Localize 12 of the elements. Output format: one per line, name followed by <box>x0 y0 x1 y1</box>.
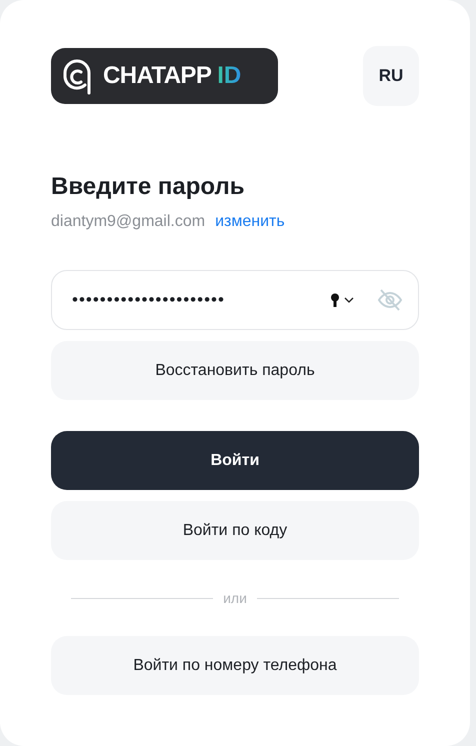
divider-text: или <box>223 589 247 608</box>
logo-text: CHATAPP <box>103 61 212 91</box>
login-button[interactable]: Войти <box>51 431 419 490</box>
secondary-button[interactable]: Восстановить пароль <box>51 341 419 400</box>
password-value: •••••••••••••••••••••• <box>72 289 226 312</box>
secondary-button[interactable]: Войти по коду <box>51 501 419 560</box>
secondary-button[interactable]: Войти по номеру телефона <box>51 636 419 695</box>
language-button[interactable]: RU <box>363 46 419 106</box>
heading: Введите пароль <box>51 172 246 202</box>
change-link[interactable]: изменить <box>215 210 285 234</box>
email-text: diantym9@gmail.com <box>51 212 206 232</box>
password-field[interactable]: •••••••••••••••••••••• <box>51 270 419 330</box>
